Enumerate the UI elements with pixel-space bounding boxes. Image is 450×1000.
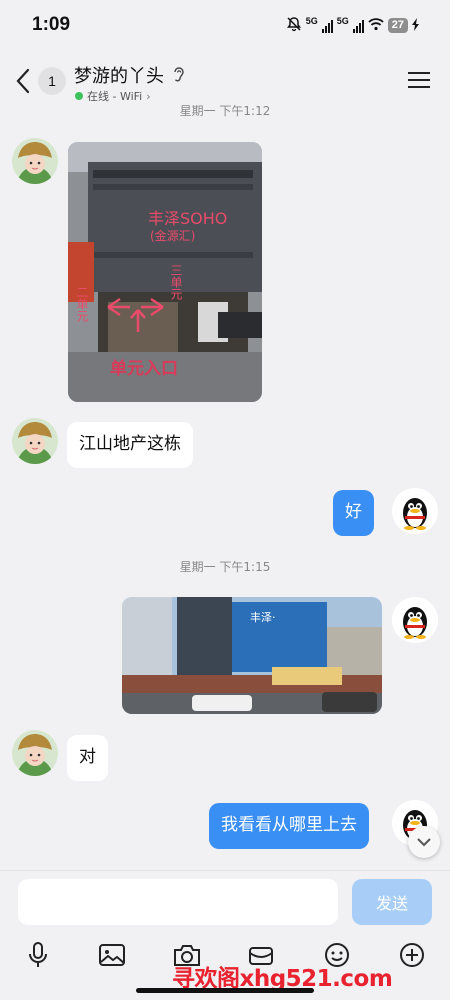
status-bar: 1:09 5G 5G 27: [0, 0, 450, 54]
outgoing-message[interactable]: 我看看从哪里上去: [209, 803, 369, 849]
photo-label-entrance: 单元入口: [110, 358, 178, 379]
contact-avatar[interactable]: [12, 418, 58, 464]
signal-icon: [321, 19, 333, 33]
image-icon: [99, 944, 125, 966]
contact-avatar-image: [12, 418, 58, 464]
status-time: 1:09: [32, 14, 71, 35]
menu-button[interactable]: [408, 72, 430, 90]
mute-bell-icon: [286, 16, 302, 35]
signal-icon: [352, 19, 364, 33]
incoming-message[interactable]: 对: [67, 735, 108, 781]
microphone-icon: [29, 942, 47, 967]
photo-label-right: 三单元: [169, 264, 183, 301]
contact-avatar[interactable]: [12, 730, 58, 776]
message-input[interactable]: [18, 879, 338, 925]
microphone-button[interactable]: [22, 939, 54, 971]
incoming-message[interactable]: 江山地产这栋: [67, 422, 193, 468]
outgoing-message[interactable]: 好: [333, 490, 374, 536]
status-icons: 5G 5G 27: [286, 16, 420, 35]
contact-avatar-image: [12, 138, 58, 184]
chevron-down-icon: [417, 837, 431, 846]
online-dot: [75, 92, 83, 100]
chevron-left-icon: [16, 68, 30, 94]
photo-caption-sub: (金源汇): [150, 228, 195, 243]
message-list[interactable]: 星期一 下午1:12 丰泽SOHO (金源汇) 二单元 三单元 单元入口 江山地…: [0, 100, 450, 870]
photo-caption-sign: 丰泽SOHO: [148, 209, 227, 228]
home-indicator[interactable]: [136, 988, 314, 993]
more-button[interactable]: [396, 939, 428, 971]
my-avatar[interactable]: [392, 488, 438, 534]
penguin-icon: [392, 488, 438, 534]
wifi-icon: [368, 17, 384, 34]
contact-avatar[interactable]: [12, 138, 58, 184]
photo-caption-sign: 丰泽·: [250, 611, 276, 624]
charging-icon: [412, 17, 420, 34]
composer: 发送 寻欢阁xhg521.com: [0, 870, 450, 1000]
image-message[interactable]: 丰泽SOHO (金源汇) 二单元 三单元 单元入口: [68, 142, 262, 402]
my-avatar[interactable]: [392, 597, 438, 643]
building-photo: 丰泽SOHO (金源汇) 二单元 三单元 单元入口: [68, 142, 262, 402]
contact-avatar-image: [12, 730, 58, 776]
message-timestamp: 星期一 下午1:12: [179, 104, 271, 118]
back-button[interactable]: 1: [14, 64, 68, 98]
contact-name[interactable]: 梦游的丫头: [74, 62, 164, 88]
unread-count-badge: 1: [38, 67, 66, 95]
message-timestamp: 星期一 下午1:15: [179, 560, 271, 574]
network-label-1: 5G: [305, 15, 318, 26]
ear-icon: [173, 66, 185, 86]
network-label-2: 5G: [336, 15, 349, 26]
street-photo: 丰泽·: [122, 597, 382, 714]
plus-icon: [400, 943, 424, 967]
send-button[interactable]: 发送: [352, 879, 432, 925]
photo-label-left: 二单元: [75, 286, 89, 323]
image-button[interactable]: [96, 939, 128, 971]
image-message[interactable]: 丰泽·: [122, 597, 382, 714]
penguin-icon: [392, 597, 438, 643]
battery-level: 27: [387, 18, 408, 33]
scroll-to-bottom-button[interactable]: [408, 826, 440, 858]
